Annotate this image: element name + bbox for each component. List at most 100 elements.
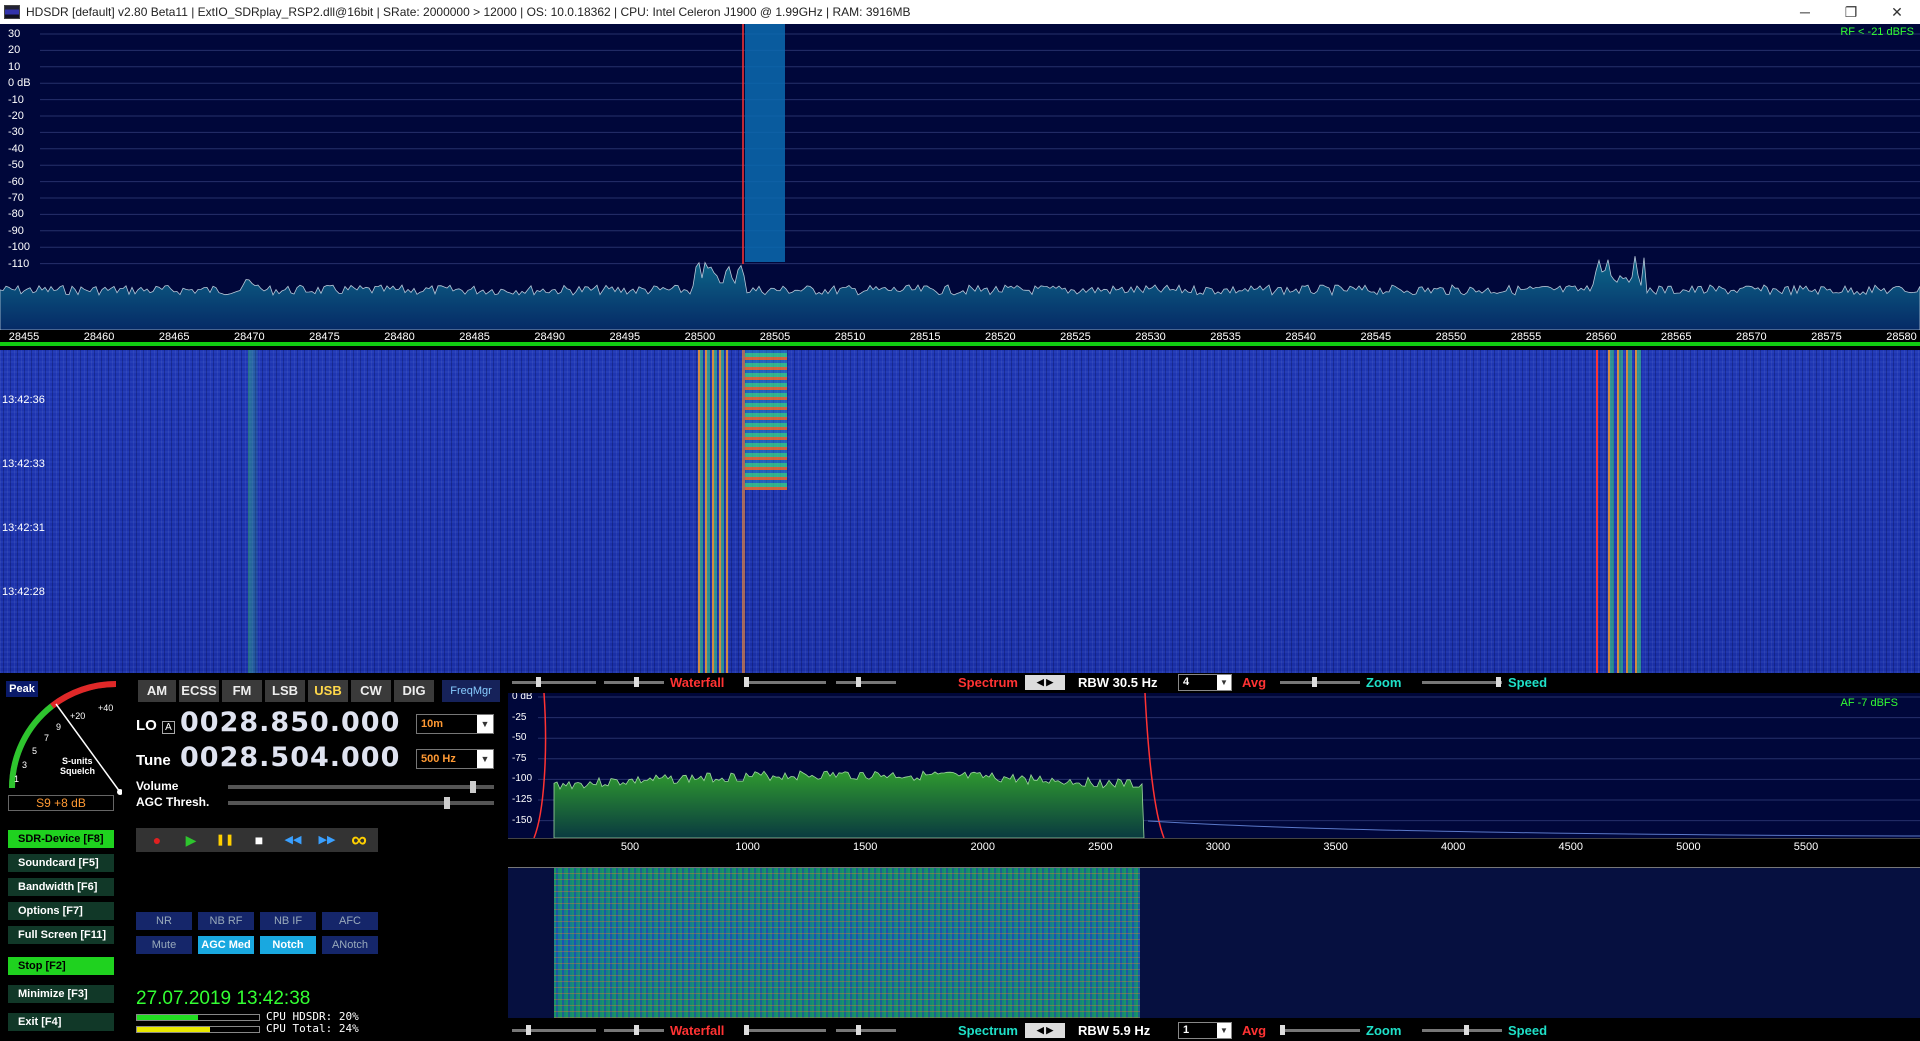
waterfall-contrast-slider[interactable]: [512, 677, 596, 687]
spectrum-contrast-slider[interactable]: [744, 677, 826, 687]
rf-waterfall-display[interactable]: 13:42:36 13:42:33 13:42:31 13:42:28: [0, 350, 1920, 673]
sdr-device-button[interactable]: SDR-Device [F8]: [8, 830, 114, 848]
rf-freq-tick: 28470: [234, 331, 265, 343]
close-button[interactable]: ✕: [1874, 0, 1920, 24]
slider-thumb[interactable]: [634, 677, 639, 687]
mode-dig-button[interactable]: DIG: [394, 680, 434, 702]
freqmgr-button[interactable]: FreqMgr: [442, 680, 500, 702]
af-waterfall-brightness-slider[interactable]: [604, 1025, 664, 1035]
af-zoom-slider[interactable]: [1280, 1025, 1360, 1035]
stop-icon[interactable]: ■: [244, 828, 274, 852]
lo-frequency[interactable]: 0028.850.000: [180, 707, 400, 738]
rewind-icon[interactable]: ◀◀: [278, 828, 308, 852]
mute-button[interactable]: Mute: [136, 936, 192, 954]
chevron-left-icon[interactable]: ◀: [1037, 677, 1044, 687]
af-avg-label: Avg: [1242, 1023, 1267, 1038]
exit-button[interactable]: Exit [F4]: [8, 1013, 114, 1031]
slider-thumb[interactable]: [1312, 677, 1317, 687]
rf-spectrum-display[interactable]: 30 20 10 0 dB -10 -20 -30 -40 -50 -60 -70 -80 -90 -10…: [0, 24, 1920, 330]
slider-thumb[interactable]: [634, 1025, 639, 1035]
speed-slider[interactable]: [1422, 677, 1502, 687]
peak-button[interactable]: Peak: [6, 681, 38, 697]
zoom-slider[interactable]: [1280, 677, 1360, 687]
volume-label: Volume: [136, 779, 179, 793]
waterfall-brightness-slider[interactable]: [604, 677, 664, 687]
af-spectrum-brightness-slider[interactable]: [836, 1025, 896, 1035]
slider-thumb[interactable]: [536, 677, 541, 687]
af-rbw-nav-buttons[interactable]: ◀ ▶: [1025, 1023, 1065, 1038]
slider-thumb[interactable]: [856, 1025, 861, 1035]
chevron-right-icon[interactable]: ▶: [1046, 1025, 1053, 1035]
chevron-left-icon[interactable]: ◀: [1037, 1025, 1044, 1035]
record-icon[interactable]: ●: [142, 828, 172, 852]
zoom-label: Zoom: [1366, 675, 1402, 690]
loop-icon[interactable]: ∞: [344, 828, 374, 852]
slider-thumb[interactable]: [1496, 677, 1501, 687]
rf-freq-tick: 28540: [1285, 331, 1316, 343]
slider-thumb[interactable]: [744, 1025, 749, 1035]
rf-db-label: -50: [8, 159, 24, 172]
mode-usb-button[interactable]: USB: [308, 680, 348, 702]
spectrum-brightness-slider[interactable]: [836, 677, 896, 687]
pause-icon[interactable]: ❚❚: [210, 828, 240, 852]
options-button[interactable]: Options [F7]: [8, 902, 114, 920]
rf-db-label: -90: [8, 224, 24, 237]
af-spectrum-contrast-slider[interactable]: [744, 1025, 826, 1035]
notch-button[interactable]: Notch: [260, 936, 316, 954]
afc-button[interactable]: AFC: [322, 912, 378, 930]
mode-am-button[interactable]: AM: [138, 680, 176, 702]
slider-thumb[interactable]: [856, 677, 861, 687]
agc-threshold-slider[interactable]: [228, 797, 494, 809]
bandwidth-select[interactable]: 500 Hz ▼: [416, 749, 494, 769]
af-rbw-readout: RBW 5.9 Hz: [1078, 1023, 1151, 1038]
waterfall-timestamp: 13:42:28: [2, 586, 45, 598]
minimize-app-button[interactable]: Minimize [F3]: [8, 985, 114, 1003]
band-select[interactable]: 10m ▼: [416, 714, 494, 734]
af-speed-slider[interactable]: [1422, 1025, 1502, 1035]
af-waterfall-contrast-slider[interactable]: [512, 1025, 596, 1035]
mode-cw-button[interactable]: CW: [351, 680, 391, 702]
rf-db-label: -100: [8, 241, 31, 254]
rf-frequency-scale[interactable]: 28455 28460 28465 28470 28475 28480 28485 28490…: [0, 330, 1920, 346]
nb-rf-button[interactable]: NB RF: [198, 912, 254, 930]
speed-label: Speed: [1508, 675, 1548, 690]
agc-threshold-slider-thumb[interactable]: [443, 797, 450, 809]
mode-fm-button[interactable]: FM: [222, 680, 262, 702]
rbw-nav-buttons[interactable]: ◀ ▶: [1025, 675, 1065, 690]
waterfall-signal-trace: [1608, 350, 1644, 673]
restore-button[interactable]: ❐: [1828, 0, 1874, 24]
mode-ecss-button[interactable]: ECSS: [179, 680, 219, 702]
soundcard-button[interactable]: Soundcard [F5]: [8, 854, 114, 872]
nb-if-button[interactable]: NB IF: [260, 912, 316, 930]
af-spectrum-display[interactable]: 0 dB -25 -50 -75 -100 -125 -150 AF -7 dBFS: [508, 693, 1920, 838]
squelch-caption: Squelch: [60, 766, 95, 776]
chevron-right-icon[interactable]: ▶: [1046, 677, 1053, 687]
lo-sub-label[interactable]: A: [162, 721, 175, 734]
anotch-button[interactable]: ANotch: [322, 936, 378, 954]
nr-button[interactable]: NR: [136, 912, 192, 930]
af-avg-select[interactable]: 1 ▼: [1178, 1022, 1232, 1039]
avg-label: Avg: [1242, 675, 1267, 690]
minimize-button[interactable]: ─: [1782, 0, 1828, 24]
agc-med-button[interactable]: AGC Med: [198, 936, 254, 954]
waterfall-timestamp: 13:42:31: [2, 522, 45, 534]
slider-thumb[interactable]: [744, 677, 749, 687]
waterfall-label: Waterfall: [670, 675, 725, 690]
slider-thumb[interactable]: [1280, 1025, 1285, 1035]
bandwidth-button[interactable]: Bandwidth [F6]: [8, 878, 114, 896]
slider-thumb[interactable]: [1464, 1025, 1469, 1035]
volume-slider[interactable]: [228, 781, 494, 793]
af-waterfall-display[interactable]: [508, 868, 1920, 1018]
avg-select[interactable]: 4 ▼: [1178, 674, 1232, 691]
full-screen-button[interactable]: Full Screen [F11]: [8, 926, 114, 944]
stop-button[interactable]: Stop [F2]: [8, 957, 114, 975]
af-frequency-scale[interactable]: 500 1000 1500 2000 2500 3000 3500 4000 4500 5000 5…: [508, 838, 1920, 868]
play-icon[interactable]: ▶: [176, 828, 206, 852]
fast-forward-icon[interactable]: ▶▶: [312, 828, 342, 852]
volume-slider-thumb[interactable]: [469, 781, 476, 793]
rf-freq-tick: 28465: [158, 331, 190, 343]
mode-lsb-button[interactable]: LSB: [265, 680, 305, 702]
slider-thumb[interactable]: [526, 1025, 531, 1035]
tune-frequency[interactable]: 0028.504.000: [180, 742, 400, 773]
spectrum-label: Spectrum: [958, 675, 1018, 690]
